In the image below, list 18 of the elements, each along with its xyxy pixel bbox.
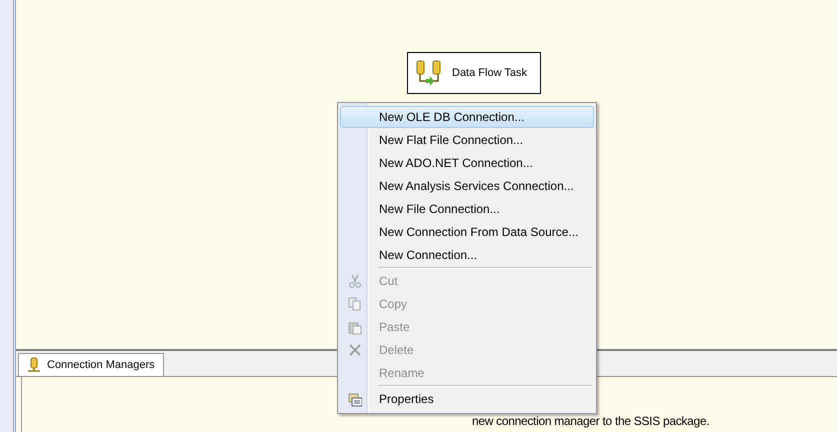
menu-item[interactable]: New Analysis Services Connection... <box>340 175 594 197</box>
data-flow-task-node[interactable]: Data Flow Task <box>407 52 541 94</box>
menu-item[interactable]: New File Connection... <box>340 198 594 220</box>
menu-item[interactable]: New Connection... <box>340 244 594 266</box>
menu-item[interactable]: Properties <box>340 388 594 410</box>
properties-icon <box>348 392 362 406</box>
tab[interactable]: Connection Managers <box>18 353 164 376</box>
menu-item[interactable]: New ADO.NET Connection... <box>340 152 594 174</box>
database-flow-icon <box>416 59 442 87</box>
scissors-icon <box>348 274 362 288</box>
cross-icon <box>348 342 362 358</box>
hint-text: new connection manager to the SSIS package. <box>472 414 710 428</box>
menu-item[interactable]: New Flat File Connection... <box>340 129 594 151</box>
task-label: Data Flow Task <box>452 67 527 79</box>
menu-item[interactable]: New Connection From Data Source... <box>340 221 594 243</box>
copy-icon <box>348 296 362 312</box>
menu-item[interactable]: New OLE DB Connection... <box>340 106 594 128</box>
connection-icon <box>27 357 41 373</box>
